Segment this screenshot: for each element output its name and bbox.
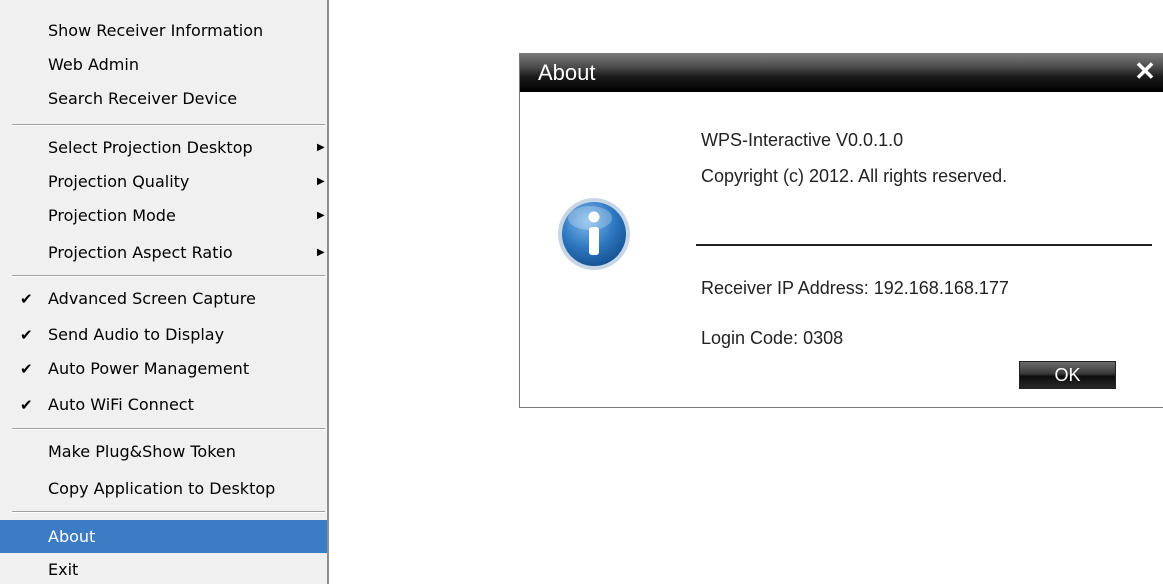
checkmark-icon: ✔ (20, 396, 33, 414)
menu-item-label: Projection Aspect Ratio (48, 243, 233, 262)
menu-separator (12, 275, 325, 277)
submenu-arrow-icon: ▶ (317, 176, 325, 187)
context-menu: Show Receiver Information Web Admin Sear… (0, 0, 329, 584)
info-icon (558, 198, 630, 270)
divider (696, 244, 1152, 246)
menu-item-label: Auto WiFi Connect (48, 395, 194, 414)
checkmark-icon: ✔ (20, 326, 33, 344)
menu-item-projection-mode[interactable]: Projection Mode ▶ (0, 201, 327, 231)
menu-item-search-receiver-device[interactable]: Search Receiver Device (0, 84, 327, 114)
menu-item-show-receiver-information[interactable]: Show Receiver Information (0, 16, 327, 46)
close-icon[interactable]: ✕ (1132, 56, 1158, 86)
checkmark-icon: ✔ (20, 290, 33, 308)
menu-item-exit[interactable]: Exit (0, 555, 327, 585)
menu-item-make-plug-show-token[interactable]: Make Plug&Show Token (0, 437, 327, 467)
menu-item-advanced-screen-capture[interactable]: ✔ Advanced Screen Capture (0, 284, 327, 314)
menu-item-web-admin[interactable]: Web Admin (0, 50, 327, 80)
menu-item-label: Copy Application to Desktop (48, 479, 276, 498)
menu-separator (12, 428, 325, 430)
login-code-text: Login Code: 0308 (701, 328, 844, 348)
menu-item-label: Send Audio to Display (48, 325, 225, 344)
menu-item-auto-wifi-connect[interactable]: ✔ Auto WiFi Connect (0, 390, 327, 420)
menu-item-label: Projection Quality (48, 172, 190, 191)
copyright-text: Copyright (c) 2012. All rights reserved. (701, 166, 1008, 186)
menu-item-label: Make Plug&Show Token (48, 442, 236, 461)
menu-item-label: Select Projection Desktop (48, 138, 253, 157)
menu-item-label: Exit (48, 560, 79, 579)
menu-item-label: Search Receiver Device (48, 89, 238, 108)
menu-item-label: Show Receiver Information (48, 21, 264, 40)
menu-separator (12, 124, 325, 126)
app-version-text: WPS-Interactive V0.0.1.0 (701, 130, 904, 150)
menu-item-label: Web Admin (48, 55, 139, 74)
receiver-ip-text: Receiver IP Address: 192.168.168.177 (701, 278, 1009, 298)
dialog-titlebar[interactable]: About ✕ (520, 54, 1163, 92)
dialog-title: About (538, 60, 596, 85)
about-dialog: About ✕ WPS-Interactive V0.0.1.0 Copyrig… (519, 53, 1163, 408)
submenu-arrow-icon: ▶ (317, 210, 325, 221)
menu-separator (12, 511, 325, 513)
menu-item-copy-application-to-desktop[interactable]: Copy Application to Desktop (0, 474, 327, 504)
menu-item-label: Auto Power Management (48, 359, 250, 378)
menu-item-label: Projection Mode (48, 206, 176, 225)
ok-button[interactable]: OK (1019, 361, 1116, 389)
checkmark-icon: ✔ (20, 360, 33, 378)
menu-item-projection-aspect-ratio[interactable]: Projection Aspect Ratio ▶ (0, 238, 327, 268)
menu-item-send-audio-to-display[interactable]: ✔ Send Audio to Display (0, 320, 327, 350)
menu-item-select-projection-desktop[interactable]: Select Projection Desktop ▶ (0, 133, 327, 163)
menu-item-label: Advanced Screen Capture (48, 289, 256, 308)
menu-item-label: About (48, 527, 96, 546)
menu-item-about[interactable]: About (0, 520, 327, 553)
submenu-arrow-icon: ▶ (317, 142, 325, 153)
menu-item-projection-quality[interactable]: Projection Quality ▶ (0, 167, 327, 197)
submenu-arrow-icon: ▶ (317, 247, 325, 258)
menu-item-auto-power-management[interactable]: ✔ Auto Power Management (0, 354, 327, 384)
